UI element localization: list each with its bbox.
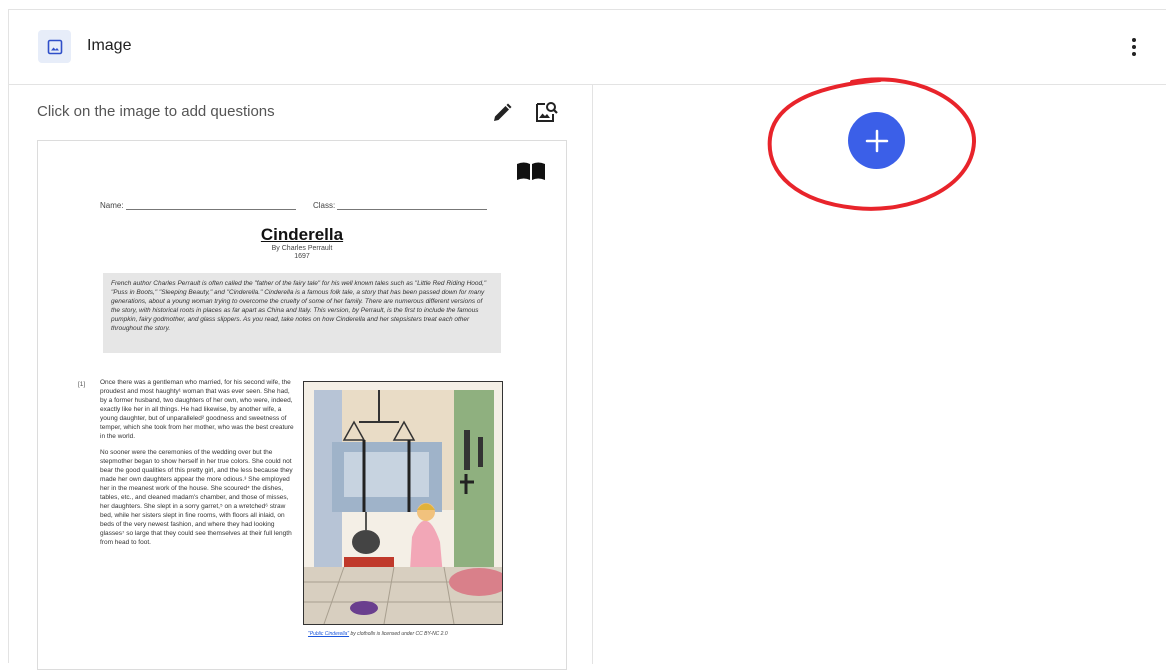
cinderella-illustration xyxy=(303,381,509,625)
document-title: Cinderella xyxy=(260,225,344,244)
more-vertical-icon[interactable] xyxy=(1126,35,1142,59)
intro-box: French author Charles Perrault is often … xyxy=(103,273,501,353)
name-line xyxy=(125,209,296,210)
story-text: Once there was a gentleman who married, … xyxy=(100,378,296,554)
name-label: Name: xyxy=(100,201,124,210)
caption-link[interactable]: "Public Cinderella" xyxy=(308,631,349,637)
add-question-button[interactable] xyxy=(848,112,905,169)
plus-icon xyxy=(865,129,888,152)
document-year: 1697 xyxy=(294,253,310,260)
pencil-icon[interactable] xyxy=(491,102,513,129)
book-icon xyxy=(516,161,546,186)
caption-license: by clothollx is licensed under CC BY-NC … xyxy=(349,631,448,637)
class-field: Class: xyxy=(313,201,488,210)
story-paragraph: No sooner were the ceremonies of the wed… xyxy=(100,449,293,546)
document-image[interactable]: Name: Class: Cinderella By Charles Perra… xyxy=(37,140,567,670)
name-field: Name: xyxy=(100,201,296,210)
story-paragraph: Once there was a gentleman who married, … xyxy=(100,379,294,440)
document-author: By Charles Perrault xyxy=(271,245,333,252)
paragraph-number: [1] xyxy=(78,381,86,388)
card-title: Image xyxy=(87,37,132,54)
class-line xyxy=(337,209,488,210)
image-caption: "Public Cinderella" by clothollx is lice… xyxy=(308,631,448,637)
image-question-card: Image Click on the image to add question… xyxy=(8,9,1166,670)
image-icon xyxy=(38,30,71,63)
image-editor-pane: Click on the image to add questions Name… xyxy=(9,85,593,670)
class-label: Class: xyxy=(313,201,336,210)
image-search-icon[interactable] xyxy=(534,100,558,129)
card-header: Image xyxy=(9,10,1166,85)
instruction-text: Click on the image to add questions xyxy=(37,103,275,120)
